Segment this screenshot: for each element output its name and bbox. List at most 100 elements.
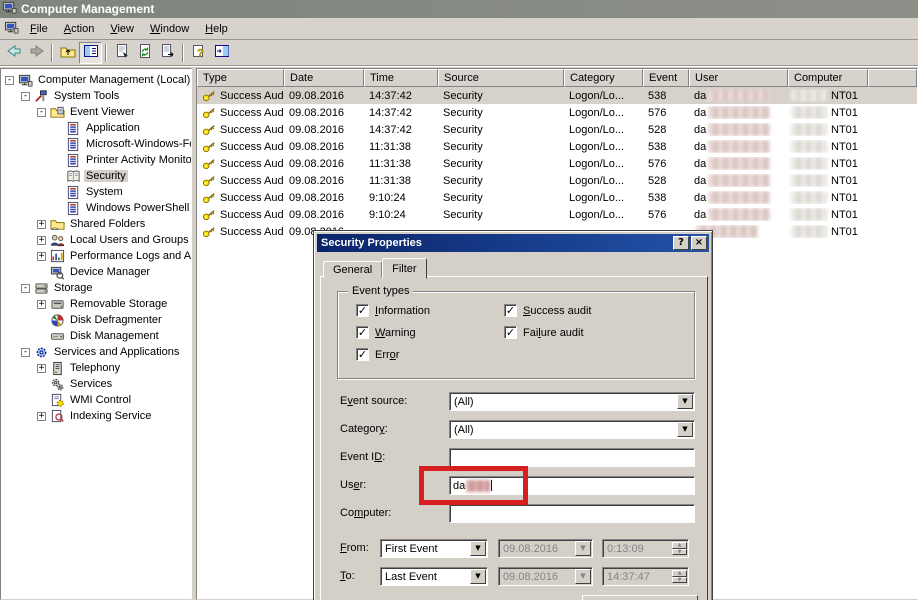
menu-view[interactable]: View xyxy=(102,20,142,38)
menu-file[interactable]: File xyxy=(22,20,56,38)
from-mode-select[interactable]: First Event▼ xyxy=(380,539,488,558)
cell-text: Security xyxy=(443,124,483,136)
event-row[interactable]: Success Audit09.08.201614:37:42SecurityL… xyxy=(197,121,917,138)
menu-window[interactable]: Window xyxy=(142,20,197,38)
column-header-computer[interactable]: Computer xyxy=(788,69,868,87)
show-action-pane-button[interactable] xyxy=(210,42,233,64)
tree-item-device-manager[interactable]: Device Manager xyxy=(1,264,191,280)
event-row[interactable]: Success Audit09.08.201611:31:38SecurityL… xyxy=(197,172,917,189)
column-header-source[interactable]: Source xyxy=(438,69,564,87)
tree-expander[interactable]: - xyxy=(21,92,30,101)
tree-item-system-tools[interactable]: -System Tools xyxy=(1,88,191,104)
key-icon xyxy=(202,173,217,188)
help-button[interactable]: ? xyxy=(187,42,210,64)
chevron-down-icon[interactable]: ▼ xyxy=(677,394,693,409)
event-row[interactable]: Success Audit09.08.201611:31:38SecurityL… xyxy=(197,155,917,172)
menu-action[interactable]: Action xyxy=(56,20,103,38)
chevron-down-icon[interactable]: ▼ xyxy=(677,422,693,437)
console-window-icon[interactable] xyxy=(4,20,19,38)
column-header-time[interactable]: Time xyxy=(364,69,438,87)
tree-item-services-and-applications[interactable]: -Services and Applications xyxy=(1,344,191,360)
dialog-close-button[interactable]: × xyxy=(691,236,707,250)
cell-time: 9:10:24 xyxy=(364,209,438,221)
tree-expander[interactable]: - xyxy=(37,108,46,117)
cell-text: da xyxy=(694,192,706,204)
tree-item-microsoft-windows-forv[interactable]: Microsoft-Windows-Forv xyxy=(1,136,191,152)
tree-item-computer-management-local[interactable]: -Computer Management (Local) xyxy=(1,72,191,88)
tree-item-wmi-control[interactable]: WMI Control xyxy=(1,392,191,408)
tree-item-system[interactable]: System xyxy=(1,184,191,200)
category-select[interactable]: (All)▼ xyxy=(449,420,695,439)
window-titlebar[interactable]: Computer Management xyxy=(0,0,918,18)
event-row[interactable]: Success Audit09.08.201614:37:42SecurityL… xyxy=(197,104,917,121)
checkbox-warning[interactable]: ✓ xyxy=(356,326,369,339)
tree-item-removable-storage[interactable]: +Removable Storage xyxy=(1,296,191,312)
tree-expander[interactable]: - xyxy=(21,348,30,357)
column-header-date[interactable]: Date xyxy=(284,69,364,87)
tree-item-telephony[interactable]: +Telephony xyxy=(1,360,191,376)
tree-expander[interactable]: + xyxy=(37,412,46,421)
up-folder-button[interactable] xyxy=(56,42,79,64)
cell-text: 576 xyxy=(648,107,666,119)
chevron-down-icon[interactable]: ▼ xyxy=(470,569,486,584)
tree-item-performance-logs-and-alerts[interactable]: +Performance Logs and Alerts xyxy=(1,248,191,264)
tree-item-security[interactable]: Security xyxy=(1,168,191,184)
checkbox-error[interactable]: ✓ xyxy=(356,348,369,361)
event-id-input[interactable] xyxy=(449,448,695,467)
tree-item-windows-powershell[interactable]: Windows PowerShell xyxy=(1,200,191,216)
cell-category: Logon/Lo... xyxy=(564,107,643,119)
cell-computer: NT01 xyxy=(788,123,868,136)
tree-expander[interactable]: + xyxy=(37,236,46,245)
tree-expander[interactable]: + xyxy=(37,300,46,309)
column-header-user[interactable]: User xyxy=(689,69,788,87)
column-header-event[interactable]: Event xyxy=(643,69,689,87)
column-header-type[interactable]: Type xyxy=(197,69,284,87)
tab-general[interactable]: General xyxy=(323,261,382,278)
disk-icon xyxy=(50,329,65,344)
forward-arrow-button[interactable] xyxy=(25,42,48,64)
back-arrow-button[interactable] xyxy=(2,42,25,64)
cell-source: Security xyxy=(438,107,564,119)
tree-expander[interactable]: + xyxy=(37,364,46,373)
to-mode-select[interactable]: Last Event▼ xyxy=(380,567,488,586)
checkbox-failure-audit[interactable]: ✓ xyxy=(504,326,517,339)
restore-defaults-button[interactable] xyxy=(582,595,698,600)
event-source-select[interactable]: (All)▼ xyxy=(449,392,695,411)
tree-item-storage[interactable]: -Storage xyxy=(1,280,191,296)
field-label: Computer: xyxy=(340,507,391,519)
tree-item-event-viewer[interactable]: -Event Viewer xyxy=(1,104,191,120)
tree-item-indexing-service[interactable]: +Indexing Service xyxy=(1,408,191,424)
tree-item-shared-folders[interactable]: +Shared Folders xyxy=(1,216,191,232)
event-row[interactable]: Success Audit09.08.201614:37:42SecurityL… xyxy=(197,87,917,104)
chevron-down-icon[interactable]: ▼ xyxy=(470,541,486,556)
filter-tab-page: Event types ✓Information✓Warning✓Error✓S… xyxy=(320,276,708,600)
checkbox-information[interactable]: ✓ xyxy=(356,304,369,317)
checkbox-success-audit[interactable]: ✓ xyxy=(504,304,517,317)
cell-event: 576 xyxy=(643,209,689,221)
tree-item-disk-defragmenter[interactable]: Disk Defragmenter xyxy=(1,312,191,328)
show-console-tree-button[interactable] xyxy=(79,42,102,64)
export-list-icon xyxy=(160,43,176,62)
tree-item-services[interactable]: Services xyxy=(1,376,191,392)
computer-input[interactable] xyxy=(449,504,695,523)
tree-expander[interactable]: - xyxy=(5,76,14,85)
dialog-help-button[interactable]: ? xyxy=(673,236,689,250)
tab-filter[interactable]: Filter xyxy=(382,258,426,279)
tree-item-disk-management[interactable]: Disk Management xyxy=(1,328,191,344)
dialog-titlebar[interactable]: Security Properties ? × xyxy=(317,234,709,252)
cell-text: 528 xyxy=(648,124,666,136)
tree-item-local-users-and-groups[interactable]: +Local Users and Groups xyxy=(1,232,191,248)
event-row[interactable]: Success Audit09.08.20169:10:24SecurityLo… xyxy=(197,189,917,206)
properties-button[interactable] xyxy=(110,42,133,64)
tree-expander[interactable]: + xyxy=(37,252,46,261)
export-list-button[interactable] xyxy=(156,42,179,64)
event-row[interactable]: Success Audit09.08.20169:10:24SecurityLo… xyxy=(197,206,917,223)
event-row[interactable]: Success Audit09.08.201611:31:38SecurityL… xyxy=(197,138,917,155)
tree-item-printer-activity-monitor[interactable]: Printer Activity Monitor xyxy=(1,152,191,168)
tree-item-application[interactable]: Application xyxy=(1,120,191,136)
column-header-category[interactable]: Category xyxy=(564,69,643,87)
tree-expander[interactable]: - xyxy=(21,284,30,293)
menu-help[interactable]: Help xyxy=(197,20,236,38)
tree-expander[interactable]: + xyxy=(37,220,46,229)
refresh-button[interactable] xyxy=(133,42,156,64)
